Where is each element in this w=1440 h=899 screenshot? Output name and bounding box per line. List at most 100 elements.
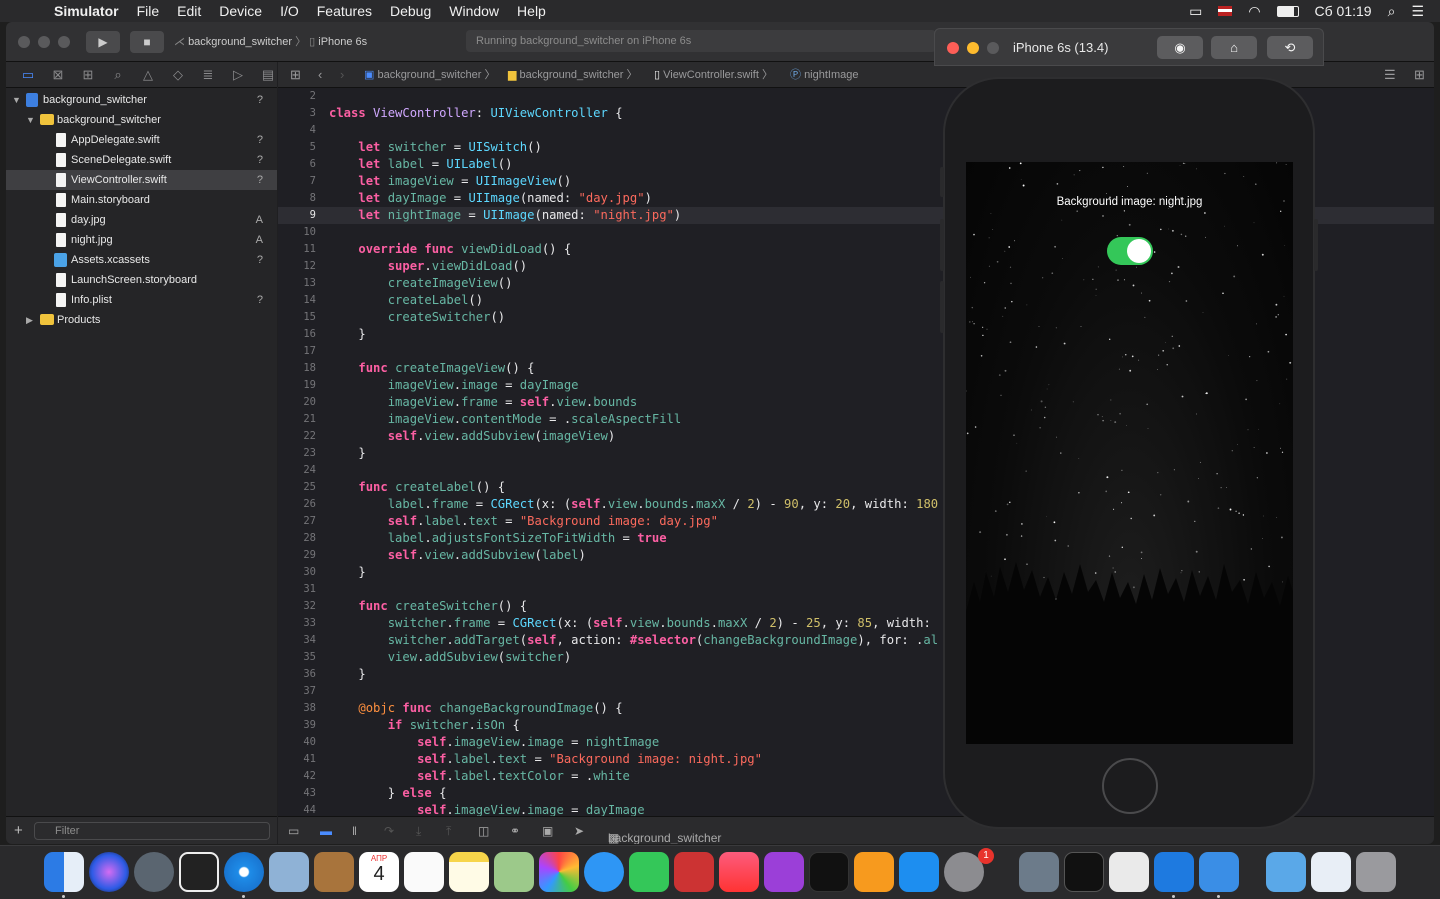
tree-item-file[interactable]: Main.storyboard [6, 190, 277, 210]
code-text[interactable]: label.frame = CGRect(x: (self.view.bound… [329, 496, 938, 513]
notes-icon[interactable] [449, 852, 489, 892]
breadcrumb-symbol[interactable]: Ⓟ nightImage [790, 62, 859, 88]
code-text[interactable]: func createImageView() { [329, 360, 534, 377]
code-text[interactable]: createSwitcher() [329, 309, 505, 326]
line-number[interactable]: 25 [278, 479, 316, 496]
minimize-window-button[interactable] [38, 36, 50, 48]
code-text[interactable]: let switcher = UISwitch() [329, 139, 541, 156]
image-capture-icon[interactable] [1019, 852, 1059, 892]
tree-item-file[interactable]: day.jpg A [6, 210, 277, 230]
find-icon[interactable]: ⌕ [110, 67, 126, 83]
line-number[interactable]: 37 [278, 683, 316, 700]
code-text[interactable]: self.imageView.image = nightImage [329, 734, 659, 751]
line-number[interactable]: 24 [278, 462, 316, 479]
code-text[interactable]: func createSwitcher() { [329, 598, 527, 615]
close-window-button[interactable] [18, 36, 30, 48]
source-control-icon[interactable]: ⊠ [50, 67, 66, 83]
environment-overrides-icon[interactable]: ▣ [542, 824, 553, 838]
tree-item-file[interactable]: SceneDelegate.swift ? [6, 150, 277, 170]
code-text[interactable]: } else { [329, 785, 447, 802]
safari-icon[interactable] [224, 852, 264, 892]
zoom-window-button[interactable] [58, 36, 70, 48]
step-out-icon[interactable]: ⤒ [446, 824, 451, 839]
facetime-icon[interactable] [629, 852, 669, 892]
run-button[interactable]: ▶ [86, 31, 120, 53]
xcode-icon[interactable] [1154, 852, 1194, 892]
line-number[interactable]: 14 [278, 292, 316, 309]
tree-item-file[interactable]: AppDelegate.swift ? [6, 130, 277, 150]
tree-item-file[interactable]: LaunchScreen.storyboard [6, 270, 277, 290]
code-text[interactable]: super.viewDidLoad() [329, 258, 527, 275]
menu-file[interactable]: File [137, 3, 160, 19]
code-text[interactable]: view.addSubview(switcher) [329, 649, 571, 666]
disclosure-open-icon[interactable]: ▼ [12, 90, 21, 110]
line-number[interactable]: 32 [278, 598, 316, 615]
line-number[interactable]: 16 [278, 326, 316, 343]
screenshot-stack-icon[interactable] [1311, 852, 1351, 892]
tree-item-group[interactable]: ▶ Products [6, 310, 277, 330]
photos-icon[interactable] [539, 852, 579, 892]
code-text[interactable]: imageView.image = dayImage [329, 377, 579, 394]
books-icon[interactable] [854, 852, 894, 892]
line-number[interactable]: 28 [278, 530, 316, 547]
line-number[interactable]: 18 [278, 360, 316, 377]
line-number[interactable]: 6 [278, 156, 316, 173]
code-text[interactable]: imageView.contentMode = .scaleAspectFill [329, 411, 682, 428]
menu-help[interactable]: Help [517, 3, 546, 19]
line-number[interactable]: 39 [278, 717, 316, 734]
tree-item-project[interactable]: ▼ background_switcher ? [6, 90, 277, 110]
mute-switch[interactable] [940, 167, 944, 197]
line-number[interactable]: 4 [278, 122, 316, 139]
spotlight-icon[interactable]: ⌕ [1388, 3, 1396, 20]
code-text[interactable]: let nightImage = UIImage(named: "night.j… [329, 207, 681, 224]
symbol-icon[interactable]: ⊞ [80, 67, 96, 83]
code-text[interactable]: if switcher.isOn { [329, 717, 520, 734]
hide-debug-area-icon[interactable]: ▭ [288, 824, 299, 838]
notification-center-icon[interactable]: ☰ [1411, 3, 1424, 20]
line-number[interactable]: 44 [278, 802, 316, 816]
line-number[interactable]: 35 [278, 649, 316, 666]
scheme-selector[interactable]: ⋌ background_switcher 〉 ▯ iPhone 6s [174, 31, 367, 53]
code-text[interactable]: self.label.textColor = .white [329, 768, 630, 785]
disclosure-closed-icon[interactable]: ▶ [26, 310, 33, 330]
back-button[interactable]: ‹ [318, 62, 322, 88]
downloads-folder-icon[interactable] [1266, 852, 1306, 892]
location-icon[interactable]: ➤ [574, 824, 584, 838]
code-text[interactable]: switcher.frame = CGRect(x: (self.view.bo… [329, 615, 931, 632]
step-into-icon[interactable]: ⤓ [416, 824, 421, 839]
home-hardware-button[interactable] [1102, 758, 1158, 814]
line-number[interactable]: 3 [278, 105, 316, 122]
memory-graph-icon[interactable]: ⚭ [510, 824, 520, 838]
code-text[interactable]: let label = UILabel() [329, 156, 512, 173]
forward-button[interactable]: › [340, 62, 344, 88]
line-number[interactable]: 15 [278, 309, 316, 326]
line-number[interactable]: 8 [278, 190, 316, 207]
line-number[interactable]: 22 [278, 428, 316, 445]
line-number[interactable]: 17 [278, 343, 316, 360]
stop-button[interactable]: ■ [130, 31, 164, 53]
menu-device[interactable]: Device [219, 3, 262, 19]
code-text[interactable]: class ViewController: UIViewController { [329, 105, 623, 122]
issue-icon[interactable]: △ [140, 67, 156, 83]
line-number[interactable]: 38 [278, 700, 316, 717]
line-number[interactable]: 13 [278, 275, 316, 292]
code-text[interactable]: createImageView() [329, 275, 513, 292]
line-number[interactable]: 5 [278, 139, 316, 156]
pause-icon[interactable]: ‖ [352, 824, 357, 838]
filter-input[interactable]: Filter [34, 822, 270, 840]
line-number[interactable]: 41 [278, 751, 316, 768]
sim-close-button[interactable] [947, 42, 959, 54]
line-number[interactable]: 34 [278, 632, 316, 649]
line-number[interactable]: 43 [278, 785, 316, 802]
tree-item-file[interactable]: night.jpg A [6, 230, 277, 250]
clock[interactable]: Сб 01:19 [1315, 3, 1372, 19]
mission-control-icon[interactable] [179, 852, 219, 892]
terminal-icon[interactable] [1064, 852, 1104, 892]
breadcrumb-project[interactable]: ▣ background_switcher 〉 [364, 62, 495, 88]
sim-minimize-button[interactable] [967, 42, 979, 54]
add-editor-icon[interactable]: ⊞ [1414, 62, 1425, 88]
code-text[interactable]: switcher.addTarget(self, action: #select… [329, 632, 938, 649]
breadcrumb-file[interactable]: ▯ ViewController.swift 〉 [654, 62, 773, 88]
music-icon[interactable] [719, 852, 759, 892]
code-text[interactable]: } [329, 445, 365, 462]
